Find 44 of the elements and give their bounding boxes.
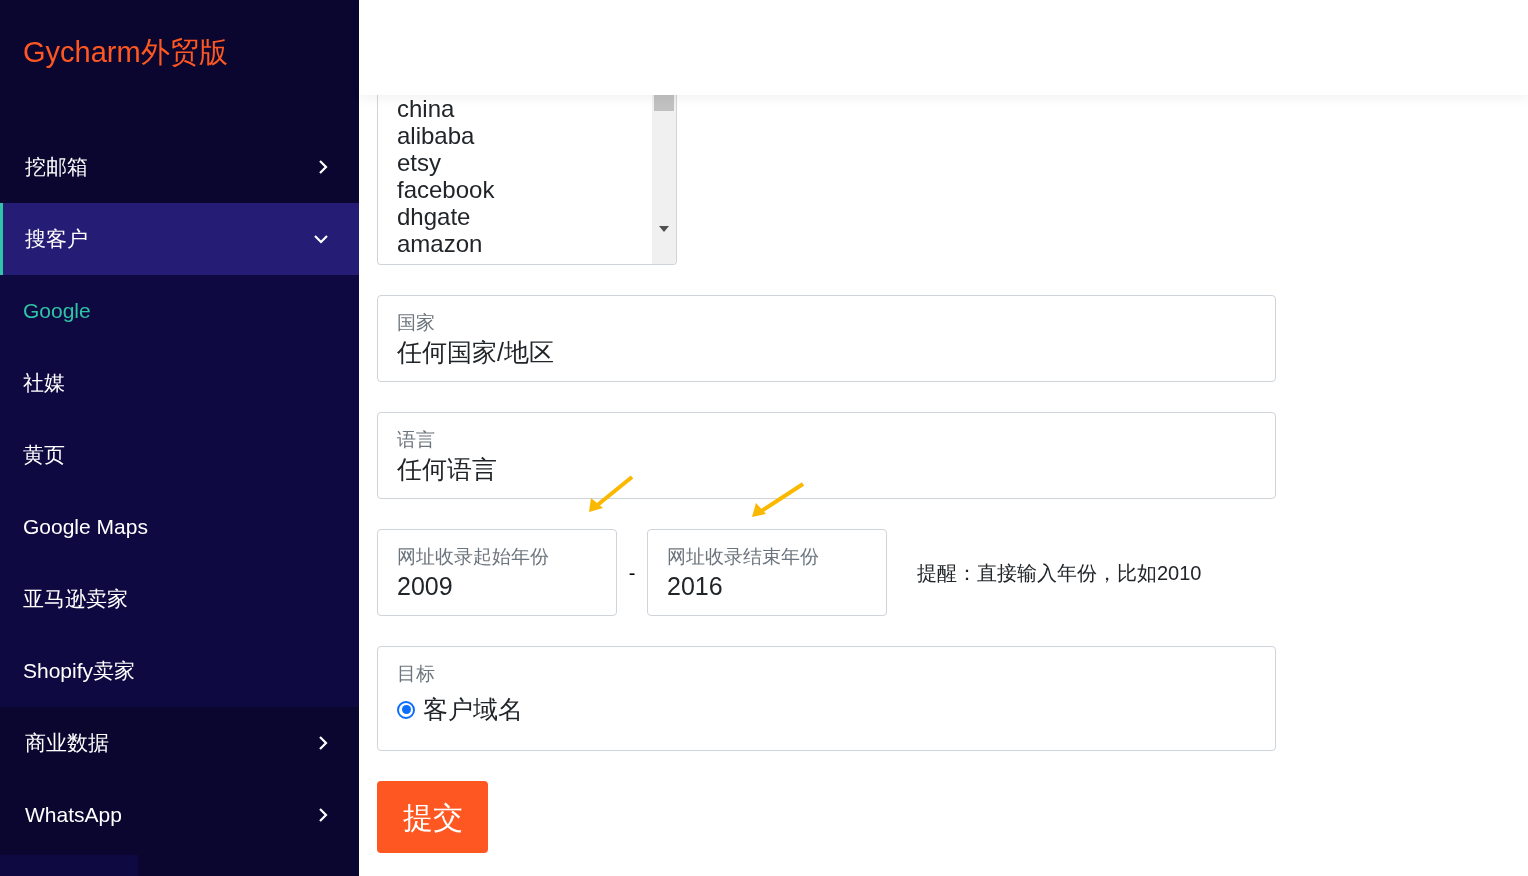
radio-button[interactable] [397,700,415,719]
sidebar-submenu-item[interactable]: Google Maps [23,511,148,543]
hint-text: 提醒：直接输入年份，比如2010 [917,560,1202,586]
sidebar-submenu-item[interactable]: Shopify卖家 [23,655,136,687]
sidebar-submenu-item[interactable]: 黄页 [23,439,65,471]
sidebar-submenu-item[interactable]: Google [23,295,91,327]
field-label: 网址收录结束年份 [667,545,820,569]
end-year-field[interactable]: 网址收录结束年份 2016 [647,529,887,616]
field-label: 目标 [397,662,436,686]
app-logo: Gycharm外贸版 [23,35,228,71]
chevron-right-icon [317,159,329,175]
sidebar-menu-item[interactable]: 商业数据 [0,707,359,779]
listbox-option[interactable]: amazon [397,230,652,257]
country-field[interactable]: 国家 任何国家/地区 [377,295,1276,382]
listbox-option[interactable]: china [397,95,652,122]
field-label: 国家 [397,311,436,335]
field-value: 2009 [397,571,454,602]
radio-label[interactable]: 客户域名 [423,691,523,729]
annotation-arrow [750,481,806,519]
field-label: 网址收录起始年份 [397,545,550,569]
source-listbox[interactable]: china alibaba etsy facebook dhgate amazon [377,95,677,265]
sidebar-submenu-item[interactable]: 社媒 [23,367,65,399]
sidebar-menu-item[interactable]: WhatsApp [0,779,359,851]
field-label: 语言 [397,428,436,452]
scrollbar-thumb[interactable] [654,95,674,111]
annotation-arrow [587,474,635,514]
scrollbar[interactable] [652,95,676,264]
chevron-right-icon [317,807,329,823]
field-value: 任何语言 [397,454,498,485]
field-value: 任何国家/地区 [397,337,555,368]
sidebar-menu-item[interactable]: 挖邮箱 [0,131,359,203]
language-field[interactable]: 语言 任何语言 [377,412,1276,499]
listbox-option[interactable]: alibaba [397,122,652,149]
range-separator: - [627,560,637,586]
chevron-right-icon [317,735,329,751]
start-year-field[interactable]: 网址收录起始年份 2009 [377,529,617,616]
field-value: 2016 [667,571,724,602]
sidebar-menu-item[interactable]: 搜客户 [0,203,359,275]
listbox-option[interactable]: facebook [397,176,652,203]
chevron-down-icon [313,233,329,245]
listbox-option[interactable]: dhgate [397,203,652,230]
sidebar-submenu-item[interactable]: 亚马逊卖家 [23,583,128,615]
listbox-option[interactable]: etsy [397,149,652,176]
scroll-down-arrow-icon[interactable] [659,226,669,232]
